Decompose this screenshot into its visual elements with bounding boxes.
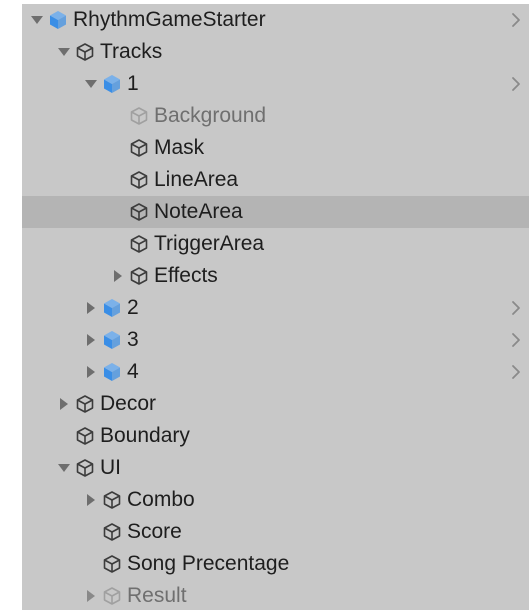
hierarchy-item[interactable]: Decor [22,388,529,420]
expanded-arrow-icon[interactable] [57,452,71,484]
expanded-arrow-icon[interactable] [30,4,44,36]
hierarchy-item[interactable]: 1 [22,68,529,100]
gameobject-icon [75,394,95,414]
prefab-open-chevron-icon[interactable] [511,324,521,356]
hierarchy-item-label: Boundary [100,424,190,447]
hierarchy-item-label: UI [100,456,121,479]
prefab-root-icon [48,10,68,30]
prefab-open-chevron-icon[interactable] [511,356,521,388]
collapsed-arrow-icon[interactable] [57,388,71,420]
hierarchy-item-label: 3 [127,328,139,351]
gameobject-icon [102,490,122,510]
hierarchy-item[interactable]: Song Precentage [22,548,529,580]
hierarchy-item-label: 1 [127,72,139,95]
hierarchy-item[interactable]: Background [22,100,529,132]
gameobject-icon [102,554,122,574]
prefab-icon [102,298,122,318]
hierarchy-item[interactable]: RhythmGameStarter [22,4,529,36]
hierarchy-item-label: Result [127,584,187,607]
hierarchy-item[interactable]: Score [22,516,529,548]
hierarchy-item-label: Background [154,104,267,127]
hierarchy-item[interactable]: Tracks [22,36,529,68]
prefab-icon [102,362,122,382]
gameobject-icon [75,426,95,446]
collapsed-arrow-icon[interactable] [84,356,98,388]
hierarchy-item[interactable]: Boundary [22,420,529,452]
gameobject-icon [129,266,149,286]
gameobject-icon [129,106,149,126]
hierarchy-item-label: Mask [154,136,205,159]
hierarchy-item[interactable]: 4 [22,356,529,388]
hierarchy-item-label: TriggerArea [154,232,265,255]
hierarchy-item-label: Score [127,520,182,543]
hierarchy-item[interactable]: Mask [22,132,529,164]
gameobject-icon [102,522,122,542]
prefab-open-chevron-icon[interactable] [511,4,521,36]
hierarchy-item[interactable]: NoteArea [22,196,529,228]
expanded-arrow-icon[interactable] [84,68,98,100]
prefab-open-chevron-icon[interactable] [511,68,521,100]
hierarchy-panel[interactable]: RhythmGameStarter Tracks 1 Background Mask Li… [22,4,529,610]
hierarchy-item[interactable]: Result [22,580,529,610]
expanded-arrow-icon[interactable] [57,36,71,68]
hierarchy-item[interactable]: TriggerArea [22,228,529,260]
prefab-open-chevron-icon[interactable] [511,292,521,324]
hierarchy-item-label: RhythmGameStarter [73,8,266,31]
collapsed-arrow-icon[interactable] [84,292,98,324]
prefab-icon [102,74,122,94]
collapsed-arrow-icon[interactable] [84,484,98,516]
gameobject-icon [129,234,149,254]
gameobject-icon [129,170,149,190]
hierarchy-item-label: NoteArea [154,200,243,223]
collapsed-arrow-icon[interactable] [84,324,98,356]
collapsed-arrow-icon[interactable] [84,580,98,610]
hierarchy-item-label: Tracks [100,40,163,63]
hierarchy-item[interactable]: LineArea [22,164,529,196]
hierarchy-item[interactable]: Combo [22,484,529,516]
hierarchy-item-label: 4 [127,360,139,383]
hierarchy-item-label: Effects [154,264,218,287]
gameobject-icon [75,42,95,62]
hierarchy-item[interactable]: Effects [22,260,529,292]
hierarchy-item-label: LineArea [154,168,239,191]
hierarchy-item-label: Combo [127,488,195,511]
gameobject-icon [102,586,122,606]
hierarchy-item[interactable]: 2 [22,292,529,324]
hierarchy-item-label: 2 [127,296,139,319]
hierarchy-item[interactable]: 3 [22,324,529,356]
hierarchy-item[interactable]: UI [22,452,529,484]
gameobject-icon [129,202,149,222]
prefab-icon [102,330,122,350]
gameobject-icon [129,138,149,158]
hierarchy-item-label: Decor [100,392,157,415]
collapsed-arrow-icon[interactable] [111,260,125,292]
hierarchy-item-label: Song Precentage [127,552,290,575]
gameobject-icon [75,458,95,478]
